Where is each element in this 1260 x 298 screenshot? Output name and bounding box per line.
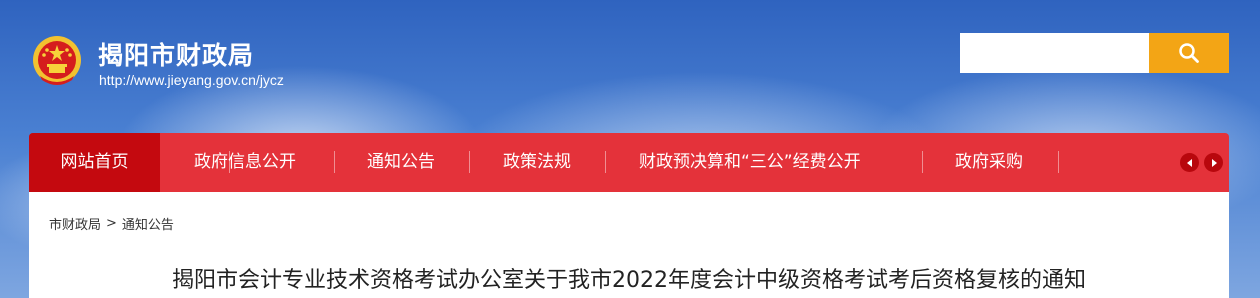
nav-divider (334, 151, 335, 173)
article-title: 揭阳市会计专业技术资格考试办公室关于我市2022年度会计中级资格考试考后资格复核… (172, 268, 1086, 293)
breadcrumb-item-finance-bureau[interactable]: 市财政局 (49, 218, 101, 233)
search-button[interactable] (1149, 33, 1229, 73)
nav-item-gov-info[interactable]: 政府信息公开 (194, 133, 296, 192)
page: 揭阳市财政局 http://www.jieyang.gov.cn/jycz 网站… (0, 0, 1260, 298)
nav-item-notices[interactable]: 通知公告 (367, 133, 435, 192)
content-panel: 市财政局 > 通知公告 揭阳市会计专业技术资格考试办公室关于我市2022年度会计中级… (29, 192, 1229, 298)
nav-divider (1058, 151, 1059, 173)
breadcrumb-separator: > (106, 216, 117, 231)
main-nav: 网站首页 政府信息公开 通知公告 政策法规 财政预决算和“三公”经费公开 政府采… (29, 133, 1229, 192)
nav-divider (922, 151, 923, 173)
nav-next-button[interactable] (1204, 153, 1223, 172)
site-url[interactable]: http://www.jieyang.gov.cn/jycz (99, 72, 284, 88)
nav-divider (469, 151, 470, 173)
nav-item-procurement[interactable]: 政府采购 (955, 133, 1023, 192)
chevron-left-icon (1186, 158, 1192, 167)
search-input[interactable] (960, 33, 1149, 73)
search-icon (1179, 43, 1199, 63)
breadcrumb-item-notices[interactable]: 通知公告 (122, 218, 174, 233)
search-bar (960, 33, 1229, 73)
national-emblem-icon (33, 36, 81, 85)
chevron-right-icon (1211, 158, 1217, 167)
nav-item-budget[interactable]: 财政预决算和“三公”经费公开 (639, 133, 861, 192)
nav-divider (605, 151, 606, 173)
breadcrumb: 市财政局 > 通知公告 (49, 214, 174, 233)
site-title[interactable]: 揭阳市财政局 (98, 36, 254, 72)
nav-item-home[interactable]: 网站首页 (29, 133, 160, 192)
nav-prev-button[interactable] (1180, 153, 1199, 172)
nav-item-policies[interactable]: 政策法规 (503, 133, 571, 192)
